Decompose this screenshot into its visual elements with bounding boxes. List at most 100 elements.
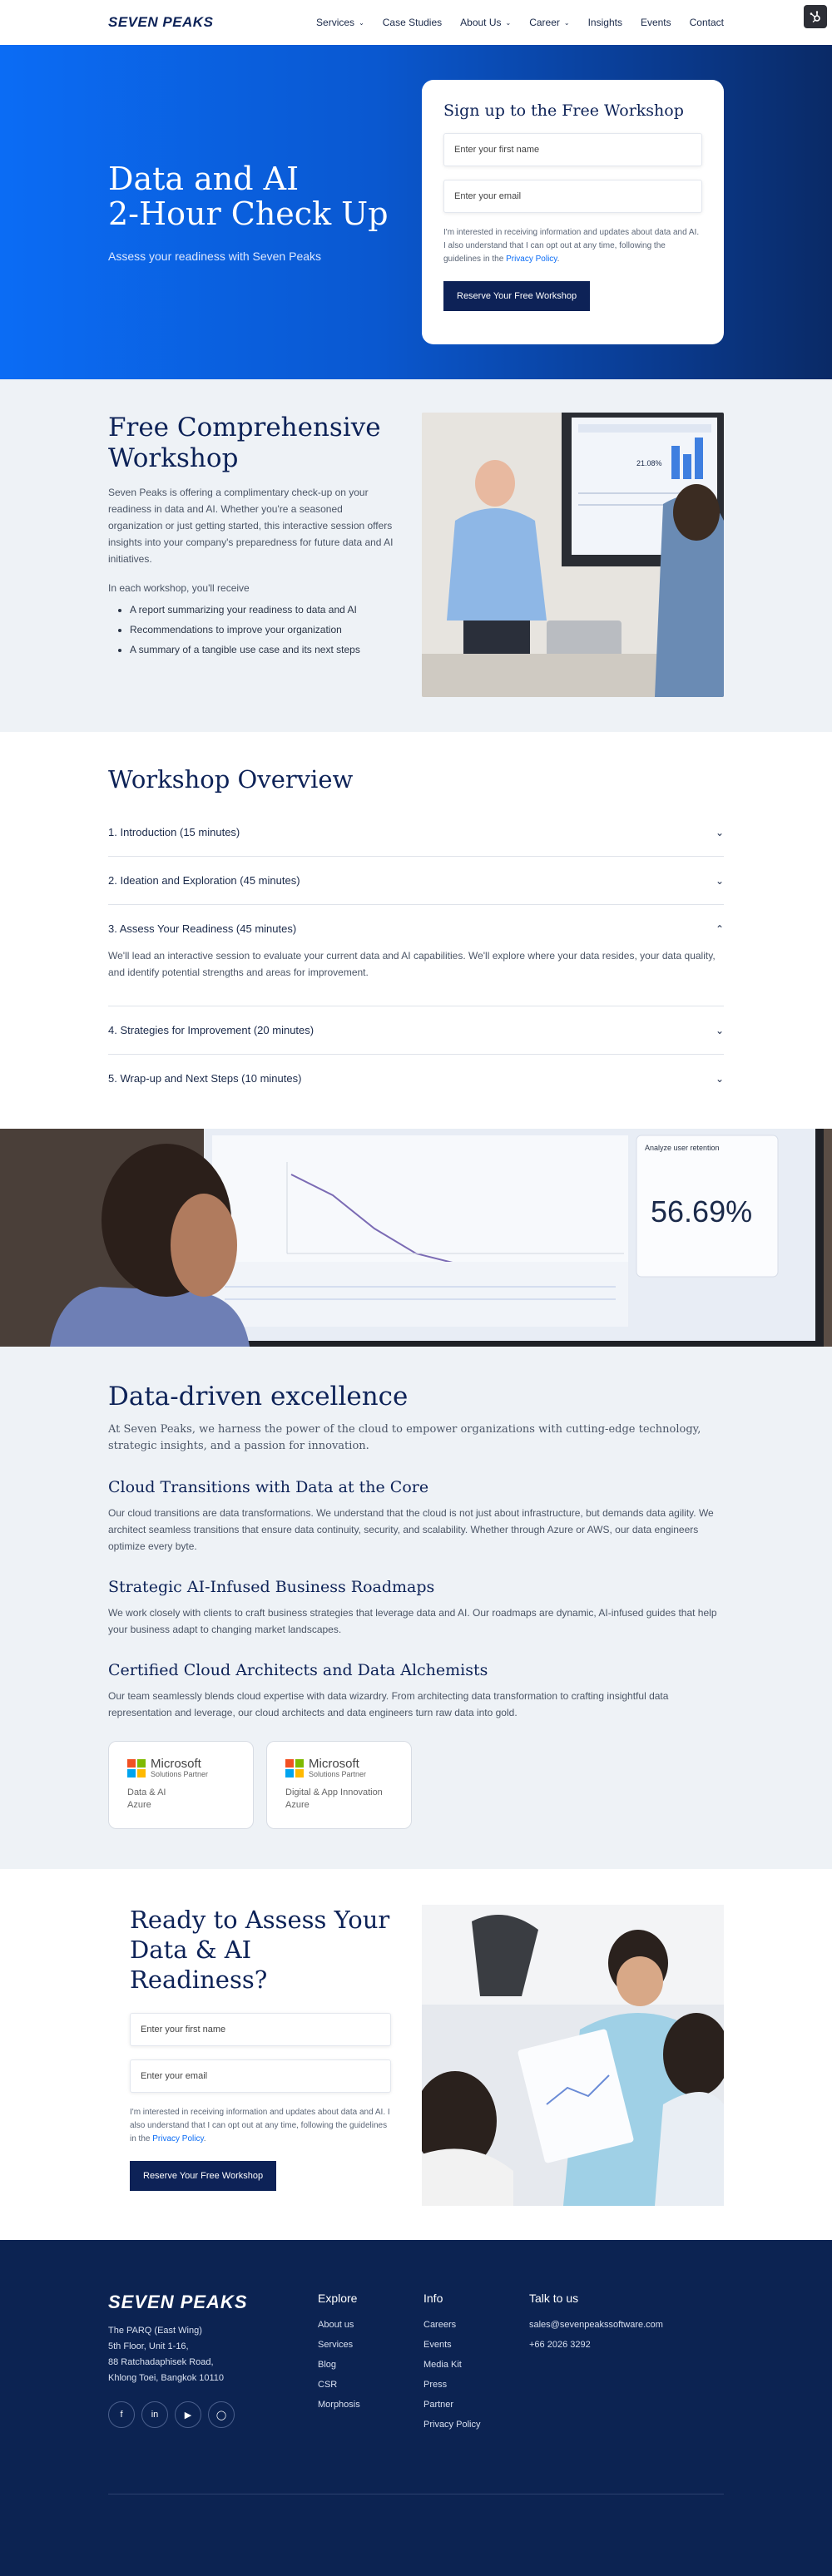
- ready-form: Ready to Assess Your Data & AI Readiness?…: [130, 1905, 391, 2206]
- footer-email-link[interactable]: sales@sevenpeakssoftware.com: [529, 2320, 696, 2330]
- email-field[interactable]: Enter your email: [443, 180, 702, 213]
- workshop-list-intro: In each workshop, you'll receive: [108, 582, 250, 594]
- footer-address: The PARQ (East Wing) 5th Floor, Unit 1-1…: [108, 2326, 225, 2383]
- list-item: A summary of a tangible use case and its…: [130, 644, 399, 655]
- first-name-field[interactable]: Enter your first name: [443, 133, 702, 166]
- workshop-benefits-list: A report summarizing your readiness to d…: [108, 604, 399, 655]
- privacy-policy-link[interactable]: Privacy Policy: [506, 255, 557, 264]
- team-meeting-photo: [422, 1905, 724, 2206]
- hero-text: Data and AI 2-Hour Check Up Assess your r…: [108, 161, 389, 263]
- accordion-header-ideation[interactable]: 2. Ideation and Exploration (45 minutes)…: [108, 857, 724, 904]
- workshop-section: Free Comprehensive Workshop Seven Peaks i…: [0, 379, 832, 732]
- accordion-body: We'll lead an interactive session to eva…: [108, 950, 716, 978]
- footer-link[interactable]: Media Kit: [423, 2360, 529, 2370]
- footer-info: Info Careers Events Media Kit Press Part…: [423, 2292, 529, 2440]
- list-item: A report summarizing your readiness to d…: [130, 604, 399, 616]
- email-field[interactable]: Enter your email: [130, 2059, 391, 2093]
- accordion-header-introduction[interactable]: 1. Introduction (15 minutes) ⌄: [108, 808, 724, 856]
- chevron-down-icon: ⌄: [715, 1024, 724, 1036]
- nav-links: Services ⌄ Case Studies About Us ⌄ Career ⌄…: [316, 17, 724, 28]
- footer-link[interactable]: Privacy Policy: [423, 2420, 529, 2430]
- form-title: Sign up to the Free Workshop: [443, 101, 684, 120]
- ready-title: Ready to Assess Your Data & AI Readiness?: [130, 1906, 390, 1994]
- block-text: Our cloud transitions are data transform…: [108, 1507, 714, 1552]
- analytics-screen-photo: Analyze user retention 56.69%: [0, 1129, 832, 1347]
- microsoft-partner-badge: Microsoft Solutions Partner Digital & App…: [266, 1741, 412, 1829]
- accordion-header-strategies[interactable]: 4. Strategies for Improvement (20 minute…: [108, 1006, 724, 1054]
- block-heading: Certified Cloud Architects and Data Alch…: [108, 1661, 488, 1679]
- workshop-text: Free Comprehensive Workshop Seven Peaks i…: [108, 413, 399, 697]
- chevron-down-icon: ⌄: [505, 18, 512, 27]
- partner-badges: Microsoft Solutions Partner Data & AI Azur…: [108, 1741, 724, 1829]
- microsoft-partner-badge: Microsoft Solutions Partner Data & AI Azur…: [108, 1741, 254, 1829]
- chevron-down-icon: ⌄: [715, 874, 724, 887]
- chevron-down-icon: ⌄: [563, 18, 570, 27]
- accordion-header-assess[interactable]: 3. Assess Your Readiness (45 minutes) ⌃: [108, 905, 724, 952]
- screen-title: Analyze user retention: [645, 1144, 720, 1152]
- linkedin-icon[interactable]: in: [141, 2401, 168, 2428]
- nav-item-about-us[interactable]: About Us ⌄: [460, 17, 511, 28]
- footer-talk: Talk to us sales@sevenpeakssoftware.com …: [529, 2292, 696, 2440]
- footer-link[interactable]: About us: [318, 2320, 423, 2330]
- consent-text: I'm interested in receiving information …: [130, 2108, 390, 2143]
- hubspot-icon[interactable]: [804, 5, 827, 28]
- workshop-title: Free Comprehensive Workshop: [108, 413, 381, 473]
- block-heading: Strategic AI-Infused Business Roadmaps: [108, 1578, 435, 1596]
- footer-link[interactable]: Services: [318, 2340, 423, 2350]
- social-links: f in ▶ ◯: [108, 2401, 318, 2428]
- accordion-item: 2. Ideation and Exploration (45 minutes)…: [108, 857, 724, 905]
- nav-item-events[interactable]: Events: [641, 17, 671, 28]
- hero-subtitle: Assess your readiness with Seven Peaks: [108, 250, 322, 263]
- data-driven-intro: At Seven Peaks, we harness the power of …: [108, 1423, 701, 1452]
- nav-item-career[interactable]: Career ⌄: [529, 17, 569, 28]
- footer-explore: Explore About us Services Blog CSR Morph…: [318, 2292, 423, 2440]
- accordion-item: 4. Strategies for Improvement (20 minute…: [108, 1006, 724, 1055]
- block-text: We work closely with clients to craft bu…: [108, 1607, 717, 1635]
- chevron-up-icon: ⌃: [715, 922, 724, 935]
- footer-phone-link[interactable]: +66 2026 3292: [529, 2340, 696, 2350]
- instagram-icon[interactable]: ◯: [208, 2401, 235, 2428]
- data-driven-section: Data-driven excellence At Seven Peaks, w…: [0, 1347, 832, 1869]
- reserve-workshop-button[interactable]: Reserve Your Free Workshop: [443, 281, 591, 311]
- footer-link[interactable]: Blog: [318, 2360, 423, 2370]
- footer-link[interactable]: CSR: [318, 2380, 423, 2390]
- screen-stat: 21.08%: [636, 459, 662, 467]
- accordion-item: 1. Introduction (15 minutes) ⌄: [108, 808, 724, 857]
- consent-text: I'm interested in receiving information …: [443, 228, 700, 264]
- screen-stat: 56.69%: [651, 1194, 752, 1229]
- ready-cta-section: Ready to Assess Your Data & AI Readiness?…: [0, 1869, 832, 2240]
- chevron-down-icon: ⌄: [715, 1072, 724, 1085]
- privacy-policy-link[interactable]: Privacy Policy: [152, 2134, 204, 2143]
- hero-title: Data and AI 2-Hour Check Up: [108, 161, 389, 232]
- hero-section: Data and AI 2-Hour Check Up Assess your r…: [0, 45, 832, 379]
- youtube-icon[interactable]: ▶: [175, 2401, 201, 2428]
- site-logo[interactable]: SEVEN PEAKS: [108, 14, 213, 31]
- reserve-workshop-button[interactable]: Reserve Your Free Workshop: [130, 2161, 277, 2191]
- accordion-item: 5. Wrap-up and Next Steps (10 minutes) ⌄: [108, 1055, 724, 1102]
- list-item: Recommendations to improve your organiza…: [130, 624, 399, 635]
- footer-company: SEVEN PEAKS The PARQ (East Wing) 5th Flo…: [108, 2292, 318, 2440]
- top-navigation: SEVEN PEAKS Services ⌄ Case Studies About…: [0, 0, 832, 45]
- data-driven-title: Data-driven excellence: [108, 1382, 409, 1412]
- accordion-header-wrap-up[interactable]: 5. Wrap-up and Next Steps (10 minutes) ⌄: [108, 1055, 724, 1102]
- footer-link[interactable]: Partner: [423, 2400, 529, 2410]
- first-name-field[interactable]: Enter your first name: [130, 2013, 391, 2046]
- site-footer: SEVEN PEAKS The PARQ (East Wing) 5th Flo…: [0, 2240, 832, 2576]
- footer-link[interactable]: Careers: [423, 2320, 529, 2330]
- chevron-down-icon: ⌄: [359, 18, 364, 27]
- nav-item-insights[interactable]: Insights: [588, 17, 622, 28]
- microsoft-logo-icon: [285, 1759, 304, 1777]
- signup-form-card: Sign up to the Free Workshop Enter your …: [422, 80, 724, 344]
- footer-link[interactable]: Press: [423, 2380, 529, 2390]
- nav-item-services[interactable]: Services ⌄: [316, 17, 364, 28]
- microsoft-logo-icon: [127, 1759, 146, 1777]
- workshop-presenter-photo: 21.08%: [422, 413, 724, 697]
- footer-link[interactable]: Morphosis: [318, 2400, 423, 2410]
- workshop-overview-section: Workshop Overview 1. Introduction (15 mi…: [0, 732, 832, 1129]
- facebook-icon[interactable]: f: [108, 2401, 135, 2428]
- nav-item-case-studies[interactable]: Case Studies: [383, 17, 442, 28]
- nav-item-contact[interactable]: Contact: [690, 17, 724, 28]
- footer-link[interactable]: Events: [423, 2340, 529, 2350]
- footer-logo[interactable]: SEVEN PEAKS: [108, 2292, 318, 2313]
- accordion-item: 3. Assess Your Readiness (45 minutes) ⌃ W…: [108, 905, 724, 1006]
